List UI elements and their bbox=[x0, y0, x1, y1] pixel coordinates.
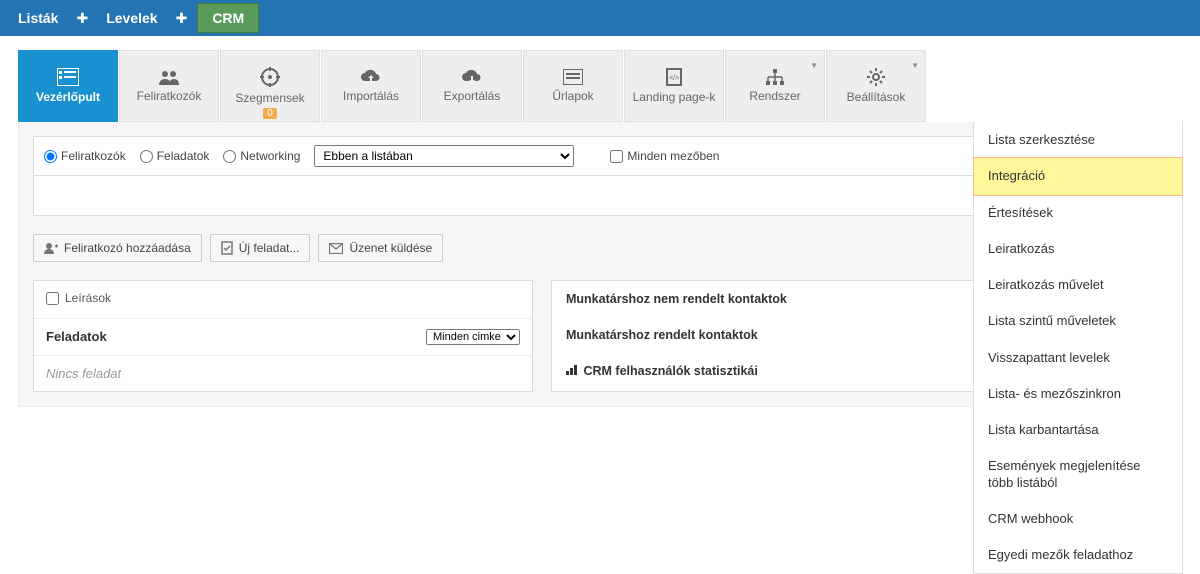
target-icon bbox=[260, 67, 280, 87]
tab-landing[interactable]: </> Landing page-k bbox=[624, 50, 724, 122]
menu-custom-fields[interactable]: Egyedi mezők feladathoz bbox=[974, 537, 1182, 573]
menu-edit-list[interactable]: Lista szerkesztése bbox=[974, 122, 1182, 158]
tab-dashboard[interactable]: Vezérlőpult bbox=[18, 50, 118, 122]
chevron-down-icon: ▼ bbox=[911, 61, 919, 70]
tab-settings[interactable]: Beállítások ▼ bbox=[826, 50, 926, 122]
menu-unsub-action[interactable]: Leiratkozás művelet bbox=[974, 267, 1182, 303]
tab-segments[interactable]: Szegmensek 0 bbox=[220, 50, 320, 122]
radio-label: Feliratkozók bbox=[61, 149, 126, 163]
dashboard-icon bbox=[57, 68, 79, 86]
tab-label: Űrlapok bbox=[552, 89, 593, 103]
topbar-crm[interactable]: CRM bbox=[197, 3, 259, 33]
menu-events-multi[interactable]: Események megjelenítése több listából bbox=[974, 448, 1182, 501]
radio-tasks[interactable]: Feladatok bbox=[140, 149, 210, 163]
svg-text:</>: </> bbox=[669, 75, 679, 82]
right-item-assigned[interactable]: Munkatárshoz rendelt kontaktok bbox=[552, 317, 1030, 353]
add-subscriber-button[interactable]: Feliratkozó hozzáadása bbox=[33, 234, 202, 262]
checkbox-label: Minden mezőben bbox=[627, 149, 719, 163]
topbar-lists[interactable]: Listák bbox=[10, 4, 66, 32]
tab-label: Szegmensek bbox=[235, 91, 304, 105]
topbar: Listák ✚ Levelek ✚ CRM bbox=[0, 0, 1200, 36]
tab-export[interactable]: Exportálás bbox=[422, 50, 522, 122]
right-item-label: CRM felhasználók statisztikái bbox=[583, 364, 757, 378]
empty-state: Nincs feladat bbox=[34, 356, 532, 391]
menu-maintenance[interactable]: Lista karbantartása bbox=[974, 412, 1182, 448]
menu-bounced[interactable]: Visszapattant levelek bbox=[974, 340, 1182, 376]
scope-select[interactable]: Ebben a listában bbox=[314, 145, 574, 167]
right-item-stats[interactable]: CRM felhasználók statisztikái bbox=[552, 353, 1030, 389]
tab-system[interactable]: Rendszer ▼ bbox=[725, 50, 825, 122]
radio-input[interactable] bbox=[223, 150, 236, 163]
radio-label: Networking bbox=[240, 149, 300, 163]
plus-icon[interactable]: ✚ bbox=[72, 10, 92, 27]
form-icon bbox=[563, 69, 583, 85]
radio-input[interactable] bbox=[140, 150, 153, 163]
right-item-unassigned[interactable]: Munkatárshoz nem rendelt kontaktok bbox=[552, 281, 1030, 317]
cloud-download-icon bbox=[461, 69, 483, 85]
menu-unsubscribe[interactable]: Leiratkozás bbox=[974, 231, 1182, 267]
people-icon bbox=[158, 69, 180, 85]
checkbox-all-fields[interactable]: Minden mezőben bbox=[610, 149, 719, 163]
topbar-mails[interactable]: Levelek bbox=[98, 4, 165, 32]
tab-forms[interactable]: Űrlapok bbox=[523, 50, 623, 122]
main-tabs: Vezérlőpult Feliratkozók Szegmensek 0 Im… bbox=[0, 36, 1200, 122]
button-label: Feliratkozó hozzáadása bbox=[64, 241, 191, 255]
plus-icon[interactable]: ✚ bbox=[172, 10, 192, 27]
radio-label: Feladatok bbox=[157, 149, 210, 163]
tab-subscribers[interactable]: Feliratkozók bbox=[119, 50, 219, 122]
tab-label: Vezérlőpult bbox=[36, 90, 100, 104]
page-icon: </> bbox=[666, 68, 682, 86]
badge: 0 bbox=[263, 108, 277, 119]
person-plus-icon bbox=[44, 242, 58, 254]
clipboard-check-icon bbox=[221, 241, 233, 255]
tasks-header: Feladatok Minden cimke bbox=[34, 319, 532, 356]
menu-integration[interactable]: Integráció bbox=[974, 158, 1182, 194]
envelope-icon bbox=[329, 243, 343, 254]
send-message-button[interactable]: Üzenet küldése bbox=[318, 234, 443, 262]
menu-notifications[interactable]: Értesítések bbox=[974, 195, 1182, 231]
cloud-upload-icon bbox=[360, 69, 382, 85]
tab-label: Rendszer bbox=[749, 89, 800, 103]
radio-subscribers[interactable]: Feliratkozók bbox=[44, 149, 126, 163]
tab-label: Landing page-k bbox=[633, 90, 716, 104]
menu-crm-webhook[interactable]: CRM webhook bbox=[974, 501, 1182, 537]
menu-sync[interactable]: Lista- és mezőszinkron bbox=[974, 376, 1182, 412]
gear-icon bbox=[867, 68, 885, 86]
new-task-button[interactable]: Új feladat... bbox=[210, 234, 311, 262]
tasks-title: Feladatok bbox=[46, 329, 107, 344]
checkbox-label: Leírások bbox=[65, 291, 111, 305]
right-panel: Munkatárshoz nem rendelt kontaktok Munka… bbox=[551, 280, 1031, 392]
checkbox-descriptions[interactable]: Leírások bbox=[46, 291, 111, 305]
tab-import[interactable]: Importálás bbox=[321, 50, 421, 122]
checkbox-input[interactable] bbox=[46, 292, 59, 305]
content-area: Feliratkozók Feladatok Networking Ebben … bbox=[18, 122, 1182, 407]
tab-label: Importálás bbox=[343, 89, 399, 103]
bar-chart-icon bbox=[566, 364, 581, 378]
tab-label: Beállítások bbox=[847, 90, 906, 104]
chevron-down-icon: ▼ bbox=[810, 61, 818, 70]
tab-label: Feliratkozók bbox=[137, 89, 202, 103]
button-label: Új feladat... bbox=[239, 241, 300, 255]
label-filter-select[interactable]: Minden cimke bbox=[426, 329, 520, 345]
radio-networking[interactable]: Networking bbox=[223, 149, 300, 163]
descriptions-row: Leírások bbox=[34, 281, 532, 319]
radio-input[interactable] bbox=[44, 150, 57, 163]
tab-label: Exportálás bbox=[444, 89, 501, 103]
checkbox-input[interactable] bbox=[610, 150, 623, 163]
settings-dropdown: Lista szerkesztése Integráció Értesítése… bbox=[973, 122, 1183, 574]
menu-list-ops[interactable]: Lista szintű műveletek bbox=[974, 303, 1182, 339]
sitemap-icon bbox=[765, 69, 785, 85]
button-label: Üzenet küldése bbox=[349, 241, 432, 255]
left-panel: Leírások Feladatok Minden cimke Nincs fe… bbox=[33, 280, 533, 392]
